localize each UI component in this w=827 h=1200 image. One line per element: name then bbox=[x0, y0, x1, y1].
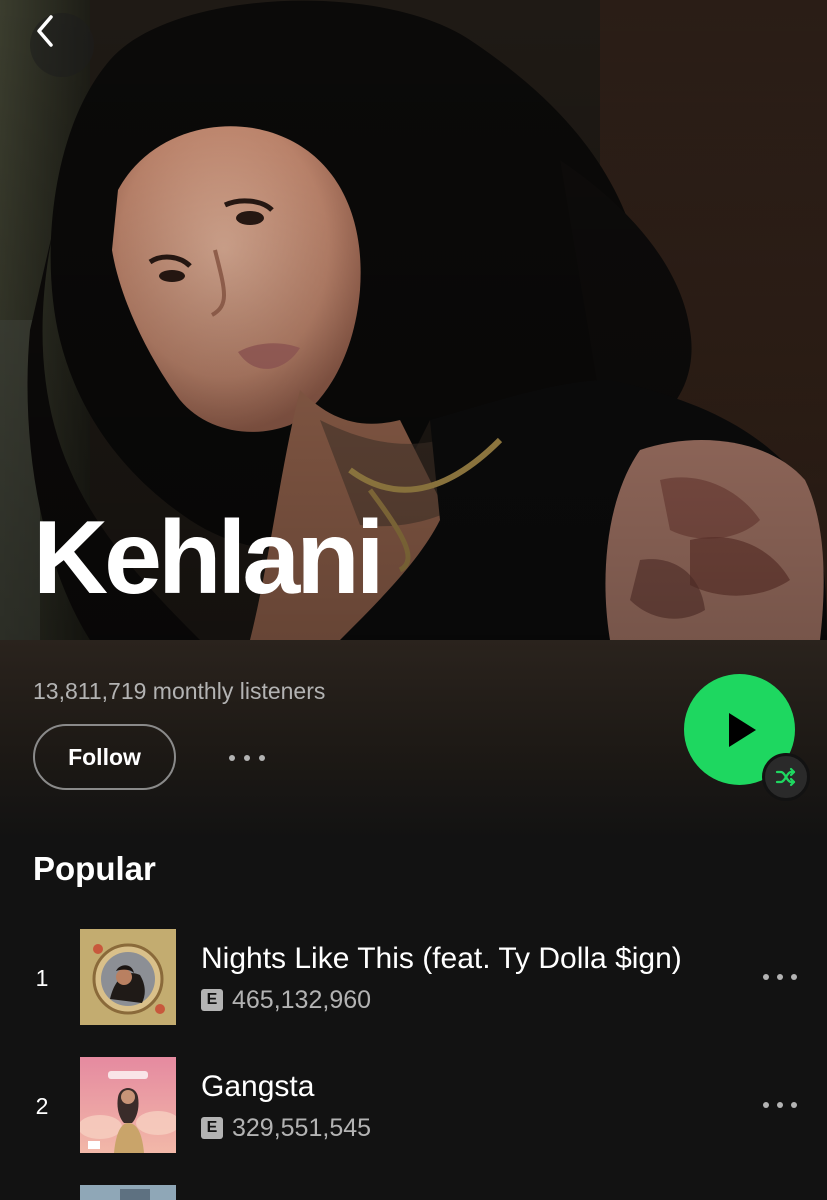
track-play-count: 329,551,545 bbox=[232, 1114, 372, 1142]
artist-more-button[interactable] bbox=[222, 738, 272, 778]
track-row[interactable]: 1 Nights Like This (feat. Ty Dolla $ign)… bbox=[0, 928, 827, 1028]
track-title: Gangsta bbox=[201, 1070, 315, 1103]
album-cover-art bbox=[80, 1057, 176, 1153]
track-title: Nights Like This (feat. Ty Dolla $ign) bbox=[201, 942, 682, 975]
monthly-listeners: 13,811,719 monthly listeners bbox=[33, 678, 326, 704]
back-button[interactable] bbox=[30, 13, 94, 77]
explicit-badge: E bbox=[201, 1117, 223, 1139]
track-play-count: 465,132,960 bbox=[232, 986, 372, 1014]
track-number: 1 bbox=[35, 965, 49, 991]
explicit-badge: E bbox=[201, 989, 223, 1011]
follow-button[interactable]: Follow bbox=[33, 724, 176, 790]
play-icon bbox=[728, 712, 756, 747]
artist-page: Kehlani 13,811,719 monthly listeners Fol… bbox=[0, 0, 827, 1200]
track-more-button[interactable] bbox=[758, 957, 802, 997]
more-horizontal-icon bbox=[763, 974, 797, 980]
more-horizontal-icon bbox=[763, 1102, 797, 1108]
track-row[interactable]: 2 Gangsta E 329,551,545 bbox=[0, 1056, 827, 1156]
shuffle-icon bbox=[775, 767, 796, 787]
popular-heading: Popular bbox=[33, 850, 156, 887]
artist-name: Kehlani bbox=[33, 500, 385, 616]
shuffle-button[interactable] bbox=[762, 753, 810, 801]
track-number: 2 bbox=[35, 1093, 49, 1119]
album-cover-art bbox=[80, 1185, 176, 1200]
artist-header-image: Kehlani bbox=[0, 0, 827, 640]
album-cover bbox=[80, 929, 176, 1025]
album-cover-art bbox=[80, 929, 176, 1025]
track-more-button[interactable] bbox=[758, 1085, 802, 1125]
more-horizontal-icon bbox=[229, 755, 265, 761]
chevron-left-icon bbox=[37, 15, 53, 47]
album-cover bbox=[80, 1057, 176, 1153]
album-cover-partial bbox=[80, 1185, 176, 1200]
